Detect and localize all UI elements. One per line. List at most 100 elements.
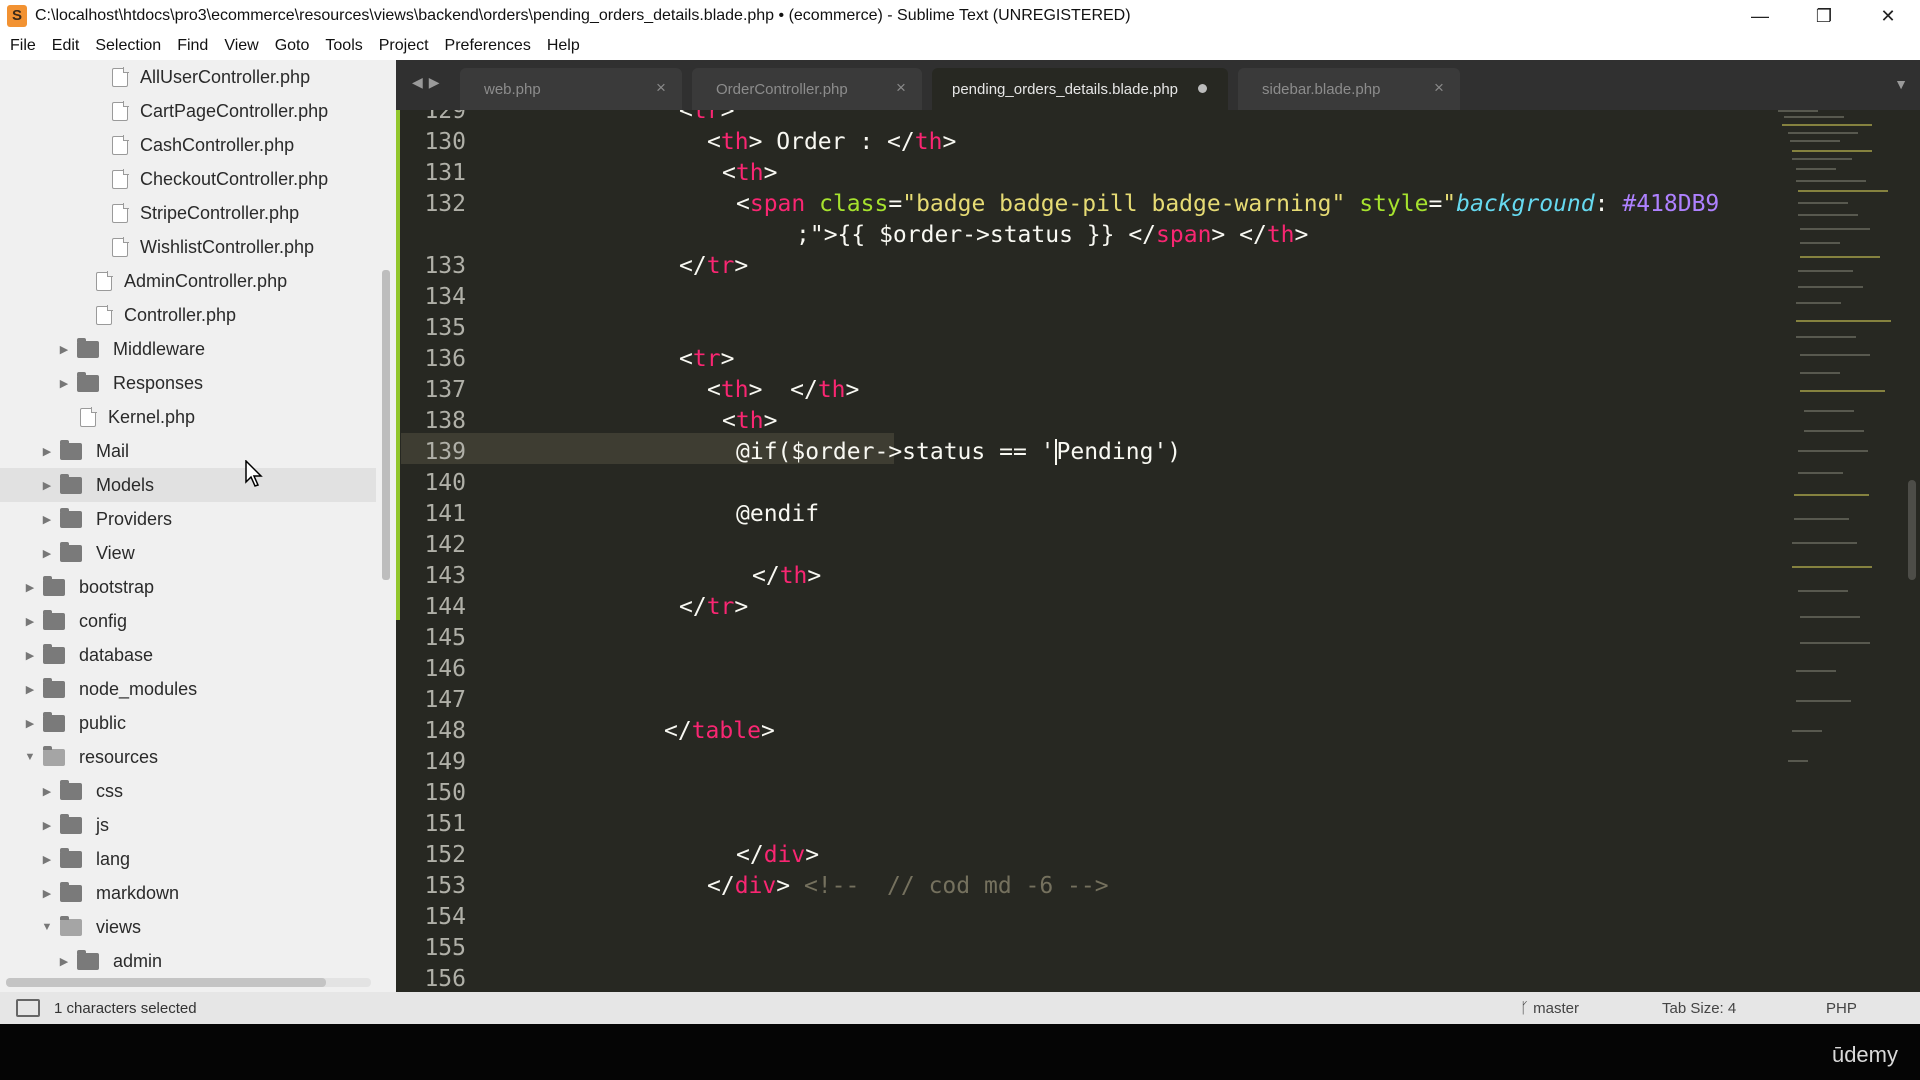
tree-item-folder[interactable]: ▶ Mail [0,434,376,468]
expand-arrow-icon[interactable]: ▶ [40,853,54,866]
syntax-status[interactable]: PHP [1826,1000,1857,1017]
menu-find[interactable]: Find [173,37,220,55]
collapse-arrow-icon[interactable]: ▼ [23,751,37,763]
expand-arrow-icon[interactable]: ▶ [40,819,54,832]
tree-item-file[interactable]: WishlistController.php [0,230,376,264]
tree-item-folder[interactable]: ▶ lang [0,842,376,876]
tree-item-file[interactable]: CartPageController.php [0,94,376,128]
collapse-arrow-icon[interactable]: ▼ [40,921,54,933]
tree-item-folder[interactable]: ▼ resources [0,740,376,774]
folder-icon [43,711,65,732]
file-icon [112,135,129,155]
tree-item-label: WishlistController.php [140,236,315,257]
line-number: 133 [424,253,466,279]
tab-close-icon[interactable]: × [896,78,906,98]
tab-sidebar-blade-php[interactable]: sidebar.blade.php × [1238,68,1460,110]
expand-arrow-icon[interactable]: ▶ [57,343,71,356]
tab-size-status[interactable]: Tab Size: 4 [1662,1000,1736,1017]
code-editor[interactable]: 129 130 131 132 133 134 135 136 137 138 … [396,110,1920,992]
editor-vertical-scrollbar[interactable] [1908,480,1916,580]
tree-item-folder[interactable]: ▶ markdown [0,876,376,910]
restore-button[interactable]: ❐ [1792,0,1856,32]
line-number: 142 [424,532,466,558]
folder-icon [43,677,65,698]
line-number: 132 [424,191,466,217]
tab-close-icon[interactable]: × [1434,78,1444,98]
tab-ordercontroller-php[interactable]: OrderController.php × [692,68,922,110]
sidebar-vertical-scrollbar[interactable] [382,270,390,580]
expand-arrow-icon[interactable]: ▶ [23,615,37,628]
tree-item-file[interactable]: CheckoutController.php [0,162,376,196]
unsaved-dot-icon[interactable] [1198,84,1207,93]
expand-arrow-icon[interactable]: ▶ [23,581,37,594]
tab-nav-arrows-icon[interactable]: ◀▶ [412,74,446,91]
expand-arrow-icon[interactable]: ▶ [40,887,54,900]
tree-item-label: lang [96,848,131,869]
tree-item-folder[interactable]: ▶ database [0,638,376,672]
line-number: 155 [424,935,466,961]
code-line: </div> <!-- // cod md -6 --> [707,873,1109,899]
tree-item-folder[interactable]: ▶ config [0,604,376,638]
tree-item-folder[interactable]: ▶ View [0,536,376,570]
tree-item-folder[interactable]: ▶ Models [0,468,376,502]
expand-arrow-icon[interactable]: ▶ [40,479,54,492]
tree-item-label: CheckoutController.php [140,168,329,189]
menu-selection[interactable]: Selection [91,37,173,55]
minimize-button[interactable]: — [1728,0,1792,32]
tree-item-file[interactable]: CashController.php [0,128,376,162]
menu-file[interactable]: File [6,37,48,55]
expand-arrow-icon[interactable]: ▶ [40,445,54,458]
menu-edit[interactable]: Edit [48,37,92,55]
tree-item-folder[interactable]: ▶ admin [0,944,376,978]
tree-item-folder[interactable]: ▼ views [0,910,376,944]
sidebar-horizontal-scrollbar[interactable] [6,978,326,987]
status-bar: 1 characters selected ᚴ master Tab Size:… [0,992,1920,1024]
expand-arrow-icon[interactable]: ▶ [40,547,54,560]
tree-item-folder[interactable]: ▶ Providers [0,502,376,536]
expand-arrow-icon[interactable]: ▶ [57,377,71,390]
menu-tools[interactable]: Tools [321,37,374,55]
line-number: 136 [424,346,466,372]
tree-item-folder[interactable]: ▶ css [0,774,376,808]
menu-help[interactable]: Help [543,37,592,55]
minimap[interactable] [1778,110,1898,992]
tab-pending-orders-details[interactable]: pending_orders_details.blade.php [932,68,1228,110]
tab-close-icon[interactable]: × [656,78,666,98]
code-line: </th> [752,563,822,589]
file-icon [112,237,129,257]
tree-item-file[interactable]: Controller.php [0,298,376,332]
expand-arrow-icon[interactable]: ▶ [23,717,37,730]
folder-icon [60,813,82,834]
expand-arrow-icon[interactable]: ▶ [40,513,54,526]
close-button[interactable]: ✕ [1856,0,1920,32]
line-number: 151 [424,811,466,837]
tree-item-folder[interactable]: ▶ Middleware [0,332,376,366]
tree-item-file[interactable]: AllUserController.php [0,60,376,94]
git-branch[interactable]: ᚴ master [1520,1000,1579,1017]
panel-toggle-icon[interactable] [16,999,40,1017]
tree-item-folder[interactable]: ▶ public [0,706,376,740]
menu-preferences[interactable]: Preferences [441,37,543,55]
tree-item-folder[interactable]: ▶ bootstrap [0,570,376,604]
tree-item-folder[interactable]: ▶ node_modules [0,672,376,706]
tree-item-file[interactable]: StripeController.php [0,196,376,230]
menu-view[interactable]: View [220,37,270,55]
tree-item-label: public [79,712,127,733]
expand-arrow-icon[interactable]: ▶ [57,955,71,968]
expand-arrow-icon[interactable]: ▶ [23,649,37,662]
tree-item-folder[interactable]: ▶ Responses [0,366,376,400]
code-line: <th> [722,408,778,434]
menu-goto[interactable]: Goto [271,37,322,55]
tab-web-php[interactable]: web.php × [460,68,682,110]
tree-item-file[interactable]: AdminController.php [0,264,376,298]
file-icon [96,305,113,325]
tab-dropdown-icon[interactable]: ▼ [1894,76,1908,92]
tree-item-folder[interactable]: ▶ js [0,808,376,842]
tree-item-file[interactable]: Kernel.php [0,400,376,434]
tree-item-label: Middleware [113,338,206,359]
code-line: <span class="badge badge-pill badge-warn… [736,191,1720,217]
menu-project[interactable]: Project [375,37,441,55]
expand-arrow-icon[interactable]: ▶ [40,785,54,798]
expand-arrow-icon[interactable]: ▶ [23,683,37,696]
tree-item-label: AllUserController.php [140,66,311,87]
